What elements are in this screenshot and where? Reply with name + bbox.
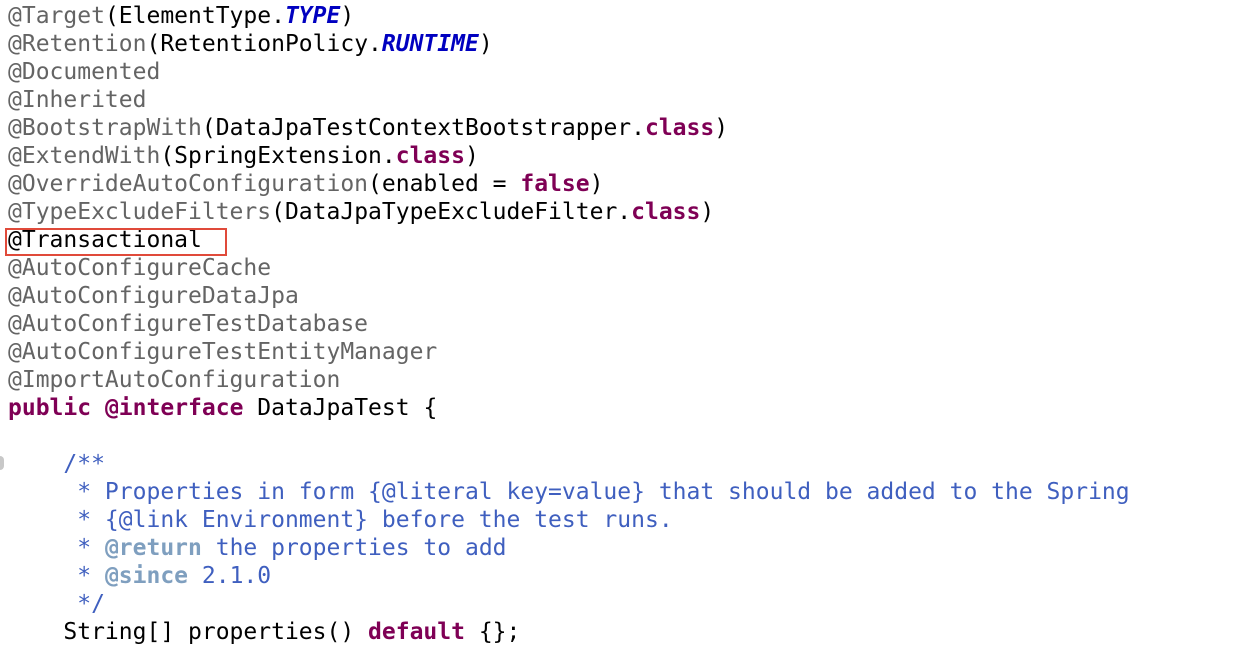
code-line[interactable]: @AutoConfigureCache: [8, 254, 1130, 282]
code-line[interactable]: @Inherited: [8, 86, 1130, 114]
keyword-token: class: [631, 199, 701, 225]
code-token: {};: [464, 619, 521, 645]
annotation-token: @Target: [8, 3, 105, 29]
code-token: (DataJpaTypeExcludeFilter.: [271, 199, 632, 225]
keyword-token: class: [644, 115, 715, 141]
code-line[interactable]: @TypeExcludeFilters(DataJpaTypeExcludeFi…: [8, 198, 1130, 226]
keyword-token: public: [8, 395, 92, 421]
code-token: String[] properties(): [8, 619, 369, 645]
javadoc-token: *: [8, 535, 105, 561]
code-line[interactable]: @BootstrapWith(DataJpaTestContextBootstr…: [8, 114, 1130, 142]
code-line[interactable]: public @interface DataJpaTest {: [8, 394, 1130, 422]
javadoc-token: *: [8, 563, 105, 589]
annotation-token: @AutoConfigureCache: [8, 255, 272, 281]
javadoc-token: * {@link Environment} before the test ru…: [8, 507, 673, 533]
annotation-token: @Documented: [8, 59, 161, 85]
code-token: (enabled =: [368, 171, 521, 197]
code-token: ): [714, 115, 729, 141]
code-line[interactable]: @OverrideAutoConfiguration(enabled = fal…: [8, 170, 1130, 198]
code-token: DataJpaTest {: [243, 395, 438, 421]
code-line[interactable]: */: [8, 590, 1130, 618]
javadoc-tag-token: @return: [104, 535, 202, 561]
code-token: ): [589, 171, 604, 197]
fold-marker[interactable]: [0, 456, 4, 470]
code-token: ): [700, 199, 715, 225]
code-token: (DataJpaTestContextBootstrapper.: [201, 115, 645, 141]
code-line[interactable]: * @return the properties to add: [8, 534, 1130, 562]
annotation-token: @AutoConfigureTestDatabase: [8, 311, 369, 337]
source-code[interactable]: @Target(ElementType.TYPE) @Retention(Rete…: [8, 2, 1130, 646]
code-line[interactable]: @AutoConfigureDataJpa: [8, 282, 1130, 310]
code-line[interactable]: @Retention(RetentionPolicy.RUNTIME): [8, 30, 1130, 58]
keyword-token: class: [395, 143, 465, 169]
javadoc-token: the properties to add: [201, 535, 507, 561]
highlight-box-transactional: [5, 228, 227, 256]
code-token: ): [478, 31, 493, 57]
code-token: (ElementType.: [104, 3, 285, 29]
code-token: (RetentionPolicy.: [146, 31, 382, 57]
javadoc-token: */: [8, 591, 105, 617]
code-line[interactable]: [8, 422, 1130, 450]
constant-token: TYPE: [284, 3, 341, 29]
annotation-token: @AutoConfigureDataJpa: [8, 283, 299, 309]
code-token: ): [340, 3, 355, 29]
code-token: ): [464, 143, 479, 169]
code-line[interactable]: @ImportAutoConfiguration: [8, 366, 1130, 394]
annotation-token: @TypeExcludeFilters: [8, 199, 272, 225]
keyword-token: default: [368, 619, 465, 645]
code-line[interactable]: String[] properties() default {};: [8, 618, 1130, 646]
code-line[interactable]: @AutoConfigureTestDatabase: [8, 310, 1130, 338]
code-line[interactable]: @AutoConfigureTestEntityManager: [8, 338, 1130, 366]
javadoc-token: 2.1.0: [188, 563, 272, 589]
annotation-token: @Retention: [8, 31, 147, 57]
annotation-token: @OverrideAutoConfiguration: [8, 171, 369, 197]
annotation-token: @ExtendWith: [8, 143, 161, 169]
code-line[interactable]: @ExtendWith(SpringExtension.class): [8, 142, 1130, 170]
annotation-token: @Inherited: [8, 87, 147, 113]
javadoc-token: * Properties in form {@literal key=value…: [8, 479, 1130, 505]
javadoc-tag-token: @since: [104, 563, 189, 589]
code-line[interactable]: * Properties in form {@literal key=value…: [8, 478, 1130, 506]
annotation-token: @ImportAutoConfiguration: [8, 367, 341, 393]
constant-token: RUNTIME: [381, 31, 479, 57]
code-line[interactable]: @Documented: [8, 58, 1130, 86]
keyword-token: false: [520, 171, 590, 197]
code-token: (SpringExtension.: [160, 143, 396, 169]
keyword-token: @interface: [104, 395, 244, 421]
code-line[interactable]: * @since 2.1.0: [8, 562, 1130, 590]
code-line[interactable]: @Target(ElementType.TYPE): [8, 2, 1130, 30]
annotation-token: @AutoConfigureTestEntityManager: [8, 339, 438, 365]
javadoc-token: /**: [8, 451, 105, 477]
code-line[interactable]: /**: [8, 450, 1130, 478]
annotation-token: @BootstrapWith: [8, 115, 202, 141]
code-editor[interactable]: @Target(ElementType.TYPE) @Retention(Rete…: [0, 0, 1248, 654]
code-line[interactable]: * {@link Environment} before the test ru…: [8, 506, 1130, 534]
